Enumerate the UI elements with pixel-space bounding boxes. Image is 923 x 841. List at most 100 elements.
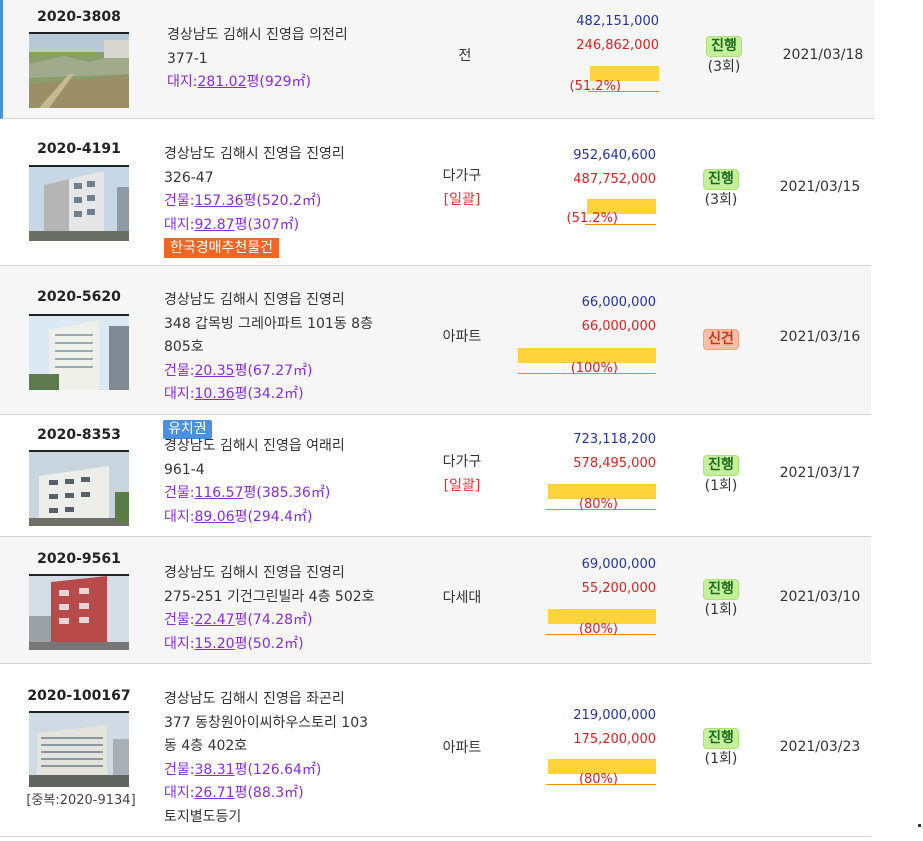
- building-area: 건물:38.31평(126.64㎡): [164, 761, 322, 778]
- ratio-percent: (51.2%): [569, 79, 621, 94]
- building-area: 건물:20.35평(67.27㎡): [164, 362, 313, 379]
- price-block: 69,000,000 55,200,000: [518, 553, 656, 601]
- land-pyeong-link[interactable]: 92.87: [194, 217, 234, 233]
- listing-row[interactable]: 2020-100167 [중복:2020-9134] 경상남도 김해시 진영읍 …: [0, 664, 871, 837]
- minimum-price: 175,200,000: [573, 732, 656, 747]
- auction-count: (3회): [707, 59, 741, 75]
- address-line: 경상남도 김해시 진영읍 여래리: [164, 438, 345, 454]
- building-pyeong-link[interactable]: 22.47: [194, 612, 234, 628]
- case-number[interactable]: 2020-8353: [14, 427, 144, 443]
- ratio-percent: (80%): [578, 772, 618, 787]
- land-pyeong-link[interactable]: 281.02: [197, 74, 246, 90]
- land-area: 대지:92.87평(307㎡): [164, 216, 300, 233]
- ratio-indicator: (80%): [518, 609, 656, 649]
- ratio-percent: (51.2%): [566, 211, 618, 226]
- address-line: 805호: [164, 339, 204, 355]
- recommend-badge[interactable]: 한국경매추천물건: [164, 238, 280, 258]
- address-block: 경상남도 김해시 진영읍 좌곤리 377 동창원아이씨하우스토리 103 동 4…: [164, 688, 414, 829]
- auction-count: (1회): [704, 751, 738, 767]
- address-block: 경상남도 김해시 진영읍 의전리 377-1 대지:281.02평(929㎡): [167, 24, 417, 95]
- building-pyeong-link[interactable]: 20.35: [194, 363, 234, 379]
- property-type: 다가구 [일괄]: [412, 450, 512, 498]
- land-pyeong-link[interactable]: 15.20: [194, 636, 234, 652]
- address-block: 경상남도 김해시 진영읍 진영리 275-251 기건그린빌라 4층 502호 …: [164, 562, 414, 656]
- listing-row[interactable]: 2020-4191 경상남도 김해시 진영읍 진영리 326-47 건물:157…: [0, 119, 871, 266]
- ratio-indicator: (80%): [518, 484, 656, 524]
- property-photo[interactable]: [29, 165, 129, 241]
- auction-date: 2021/03/16: [779, 329, 861, 345]
- minimum-price: 578,495,000: [573, 456, 656, 471]
- property-photo[interactable]: [29, 314, 129, 390]
- price-block: 952,640,600 487,752,000: [518, 144, 656, 192]
- listing-row[interactable]: 2020-3808 경상남도 김해시 진영읍 의전리 377-1 대지:281.…: [0, 0, 874, 119]
- price-block: 219,000,000 175,200,000: [518, 704, 656, 752]
- bulk-sale-tag: [일괄]: [443, 478, 481, 494]
- appraisal-price: 952,640,600: [573, 148, 656, 163]
- land-area: 대지:89.06평(294.4㎡): [164, 508, 313, 525]
- auction-status: 진행 (1회): [680, 728, 762, 770]
- land-area: 대지:15.20평(50.2㎡): [164, 635, 304, 652]
- case-number[interactable]: 2020-4191: [14, 141, 144, 157]
- address-block: 경상남도 김해시 진영읍 여래리 961-4 건물:116.57평(385.36…: [164, 435, 414, 529]
- auction-date: 2021/03/23: [779, 739, 861, 755]
- listing-row[interactable]: 2020-9561 경상남도 김해시 진영읍 진영리 275-251 기건그린빌…: [0, 537, 871, 664]
- minimum-price: 246,862,000: [576, 38, 659, 53]
- separate-land-registry-note: 토지별도등기: [164, 808, 242, 825]
- scroll-marker: [918, 824, 921, 827]
- case-number[interactable]: 2020-5620: [14, 289, 144, 305]
- address-block: 경상남도 김해시 진영읍 진영리 348 갑목빙 그레아파트 101동 8층 8…: [164, 289, 414, 407]
- address-line: 경상남도 김해시 진영읍 의전리: [167, 27, 348, 43]
- listing-row[interactable]: 2020-5620 경상남도 김해시 진영읍 진영리 348 갑목빙 그레아파트…: [0, 266, 871, 415]
- property-type: 전: [458, 48, 472, 64]
- status-badge: 진행: [706, 36, 742, 57]
- ratio-percent: (100%): [570, 361, 618, 376]
- property-photo[interactable]: [29, 574, 129, 650]
- status-badge: 진행: [703, 455, 739, 476]
- price-block: 66,000,000 66,000,000: [518, 291, 656, 339]
- building-pyeong-link[interactable]: 116.57: [194, 485, 243, 501]
- auction-count: (3회): [704, 192, 738, 208]
- building-area: 건물:22.47평(74.28㎡): [164, 612, 313, 628]
- property-photo[interactable]: [29, 450, 129, 526]
- auction-status: 진행 (3회): [680, 169, 762, 211]
- address-line: 경상남도 김해시 진영읍 좌곤리: [164, 691, 345, 707]
- auction-status: 신건: [680, 329, 762, 350]
- status-badge: 진행: [703, 579, 739, 600]
- duplicate-case[interactable]: [중복:2020-9134]: [14, 789, 148, 808]
- listing-row[interactable]: 2020-8353 유치권 경상남도 김해시 진영읍 여래리 961-4 건물:…: [0, 415, 871, 537]
- case-number[interactable]: 2020-9561: [14, 551, 144, 567]
- building-pyeong-link[interactable]: 38.31: [194, 762, 234, 778]
- status-badge: 진행: [703, 728, 739, 749]
- ratio-percent: (80%): [578, 497, 618, 512]
- minimum-price: 487,752,000: [573, 172, 656, 187]
- property-type: 다세대: [442, 590, 482, 606]
- building-area: 건물:157.36평(520.2㎡): [164, 193, 322, 209]
- property-type: 다가구 [일괄]: [412, 164, 512, 212]
- address-line: 961-4: [164, 461, 205, 478]
- auction-count: (1회): [704, 478, 738, 494]
- appraisal-price: 482,151,000: [576, 14, 659, 29]
- status-badge: 신건: [703, 329, 739, 350]
- case-number[interactable]: 2020-100167: [14, 688, 144, 704]
- building-pyeong-link[interactable]: 157.36: [194, 193, 243, 209]
- ratio-indicator: (80%): [518, 759, 656, 799]
- property-photo[interactable]: [29, 711, 129, 787]
- property-type: 아파트: [442, 740, 482, 756]
- land-pyeong-link[interactable]: 10.36: [194, 386, 234, 402]
- land-pyeong-link[interactable]: 89.06: [194, 509, 234, 525]
- auction-date: 2021/03/15: [779, 179, 861, 195]
- auction-status: 진행 (1회): [680, 455, 762, 497]
- address-line: 275-251 기건그린빌라 4층 502호: [164, 588, 375, 605]
- address-line: 377 동창원아이씨하우스토리 103: [164, 714, 369, 731]
- land-pyeong-link[interactable]: 26.71: [194, 785, 234, 801]
- address-line: 348 갑목빙 그레아파트 101동 8층: [164, 315, 373, 332]
- minimum-price: 66,000,000: [581, 319, 656, 334]
- property-photo[interactable]: [29, 32, 129, 108]
- status-badge: 진행: [703, 169, 739, 190]
- auction-date: 2021/03/10: [779, 589, 861, 605]
- appraisal-price: 723,118,200: [573, 432, 656, 447]
- appraisal-price: 66,000,000: [581, 295, 656, 310]
- bulk-sale-tag: [일괄]: [443, 192, 481, 208]
- ratio-percent: (80%): [578, 622, 618, 637]
- case-number[interactable]: 2020-3808: [14, 9, 144, 25]
